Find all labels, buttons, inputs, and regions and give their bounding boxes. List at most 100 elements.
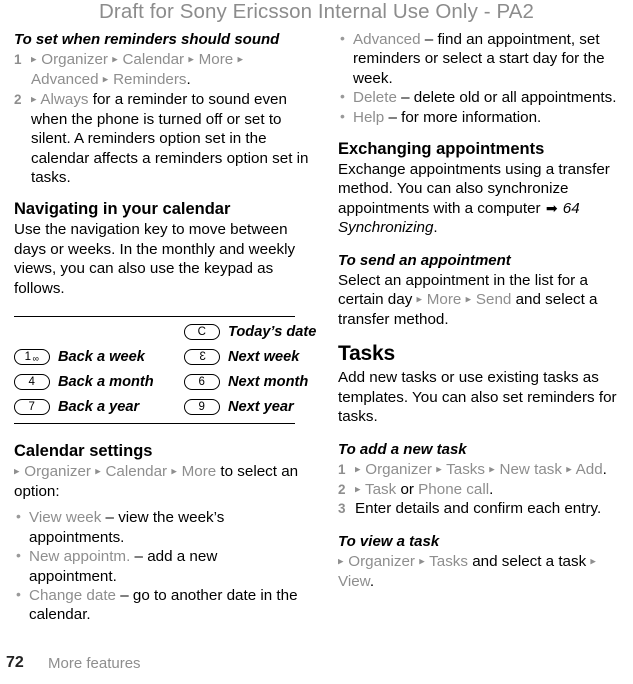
tasks-body-text: Add new tasks or use existing tasks as t… xyxy=(338,369,617,426)
heading-tasks: Tasks xyxy=(338,342,395,366)
menu-arrow-icon: ▸ xyxy=(102,73,109,86)
menu-path-organizer: Organizer xyxy=(365,460,432,478)
key-glyph: 4 xyxy=(28,375,36,388)
bullet-icon: • xyxy=(16,585,21,602)
menu-path-more: More xyxy=(198,51,234,68)
keycap-7: 7 xyxy=(14,399,58,416)
step-tail: . xyxy=(186,70,191,88)
calendar-settings-options: • View week – view the week’s appointment… xyxy=(14,508,309,624)
key-label-next-week: Next week xyxy=(228,349,300,366)
menu-path-send: Send xyxy=(475,291,512,309)
step-conjunction: or xyxy=(396,480,419,498)
menu-path-phone-call: Phone call xyxy=(418,480,490,498)
menu-arrow-icon: ▸ xyxy=(590,555,597,568)
menu-path-task: Task xyxy=(364,480,397,498)
menu-arrow-icon: ▸ xyxy=(489,463,496,476)
list-item: • New appointm. – add a new appointment. xyxy=(14,547,309,586)
step-number: 2 xyxy=(14,91,22,107)
step-number: 3 xyxy=(338,501,346,517)
menu-path-calendar: Calendar xyxy=(122,51,185,68)
menu-arrow-icon: ▸ xyxy=(14,465,21,478)
menu-arrow-icon: ▸ xyxy=(95,465,102,478)
view-task-body: ▸ Organizer ▸ Tasks and select a task ▸ … xyxy=(338,552,633,591)
send-appointment-body: Select an appointment in the list for a … xyxy=(338,271,633,330)
heading-set-reminders: To set when reminders should sound xyxy=(14,31,280,48)
option-desc: – for more information. xyxy=(384,108,542,126)
exchanging-body-text: Exchange appointments using a transfer m… xyxy=(338,160,633,238)
steps-add-new-task: 1 ▸ Organizer ▸ Tasks ▸ New task ▸ Add. 2… xyxy=(338,460,633,519)
option-desc: – delete old or all appointments. xyxy=(396,89,617,107)
option-name-new-appointm: New appointm. xyxy=(29,548,131,566)
step-tail: . xyxy=(489,480,494,498)
list-item: • Help – for more information. xyxy=(338,108,633,127)
calendar-settings-path: ▸ Organizer ▸ Calendar ▸ More to select … xyxy=(14,462,309,501)
keycap-6: 6 xyxy=(184,374,228,391)
menu-path-tasks: Tasks xyxy=(446,460,485,478)
key-label-next-month: Next month xyxy=(228,374,309,391)
cross-reference-arrow-icon: ➡ xyxy=(545,199,558,216)
right-column: • Advanced – find an appointment, set rem… xyxy=(338,30,633,591)
key-1-icon: 1 ∞ xyxy=(14,349,50,366)
heading-exchanging-appointments: Exchanging appointments xyxy=(338,140,545,159)
exchanging-tail: . xyxy=(433,219,438,237)
step-text: Enter details and confirm each entry. xyxy=(355,500,602,518)
step-number: 2 xyxy=(338,481,346,497)
heading-add-new-task: To add a new task xyxy=(338,440,467,458)
keycap-3: 3 xyxy=(184,349,228,366)
list-item: • View week – view the week’s appointment… xyxy=(14,508,309,547)
list-item: • Change date – go to another date in the… xyxy=(14,586,309,625)
key-glyph: 1 xyxy=(24,350,32,363)
step-item: 3 Enter details and confirm each entry. xyxy=(338,499,633,518)
step-item: 1 ▸ Organizer ▸ Calendar ▸ More ▸ Advance… xyxy=(14,50,309,90)
key-6-icon: 6 xyxy=(184,374,220,391)
keycap-9: 9 xyxy=(184,399,228,416)
key-glyph: 7 xyxy=(28,400,36,413)
key-c-icon: C xyxy=(184,324,220,341)
key-3-icon: 3 xyxy=(184,349,220,366)
bullet-icon: • xyxy=(340,88,345,105)
menu-arrow-icon: ▸ xyxy=(419,555,426,568)
key-glyph: C xyxy=(197,325,207,338)
option-name-delete: Delete xyxy=(353,89,397,107)
menu-arrow-icon: ▸ xyxy=(465,293,472,306)
draft-watermark-header: Draft for Sony Ericsson Internal Use Onl… xyxy=(99,0,534,23)
menu-arrow-icon: ▸ xyxy=(188,53,195,66)
view-task-tail: . xyxy=(369,572,375,590)
heading-send-appointment: To send an appointment xyxy=(338,251,511,269)
key-4-icon: 4 xyxy=(14,374,50,391)
key-glyph: 3 xyxy=(198,350,206,363)
menu-arrow-icon: ▸ xyxy=(338,555,345,568)
menu-path-more: More xyxy=(181,462,217,480)
menu-path-reminders: Reminders xyxy=(113,70,187,88)
menu-path-calendar: Calendar xyxy=(105,462,168,480)
bullet-icon: • xyxy=(340,30,345,46)
menu-path-add: Add xyxy=(575,460,603,478)
bullet-icon: • xyxy=(16,547,21,564)
menu-arrow-icon: ▸ xyxy=(237,53,244,66)
menu-path-view: View xyxy=(338,572,370,590)
left-column: To set when reminders should sound 1 ▸ Or… xyxy=(14,30,316,625)
menu-arrow-icon: ▸ xyxy=(416,293,423,306)
page-number: 72 xyxy=(6,654,24,671)
heading-calendar-settings: Calendar settings xyxy=(14,441,153,460)
keycap-1: 1 ∞ xyxy=(14,349,58,366)
menu-arrow-icon: ▸ xyxy=(31,53,38,66)
heading-view-task: To view a task xyxy=(338,532,440,550)
menu-arrow-icon: ▸ xyxy=(171,465,178,478)
keypad-navigation-table: C Today’s date 1 ∞ Back a week 3 Next wee… xyxy=(14,315,316,424)
calendar-settings-options-continued: • Advanced – find an appointment, set rem… xyxy=(338,30,633,127)
page-body: To set when reminders should sound 1 ▸ Or… xyxy=(0,30,633,650)
menu-path-more: More xyxy=(426,291,462,309)
menu-arrow-icon: ▸ xyxy=(31,93,38,106)
view-task-mid: and select a task xyxy=(468,552,591,570)
menu-arrow-icon: ▸ xyxy=(436,463,443,476)
menu-arrow-icon: ▸ xyxy=(355,463,362,476)
